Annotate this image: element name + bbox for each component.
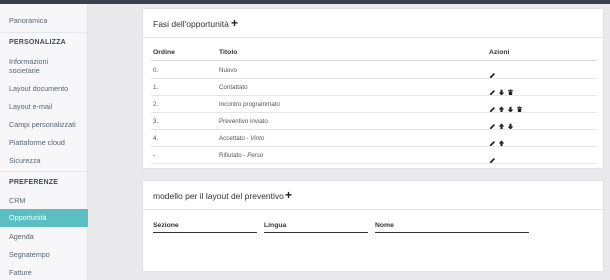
row-title: Contattato bbox=[219, 84, 248, 91]
row-divider bbox=[151, 95, 597, 96]
row-title-suffix: Vinto bbox=[250, 135, 265, 142]
trash-icon[interactable] bbox=[516, 100, 523, 118]
table-header-divider bbox=[151, 60, 597, 61]
row-order: 1. bbox=[153, 84, 159, 91]
pencil-icon[interactable] bbox=[489, 134, 496, 152]
trash-icon[interactable] bbox=[507, 83, 514, 101]
sidebar: Panoramica PERSONALIZZA Informazioni soc… bbox=[0, 4, 88, 280]
sidebar-item-segnatempo[interactable]: Segnatempo bbox=[0, 250, 88, 259]
row-title-text: Contattato bbox=[219, 84, 248, 91]
sidebar-item-sicurezza[interactable]: Sicurezza bbox=[0, 156, 88, 165]
panel-divider bbox=[143, 37, 603, 38]
row-order: 2. bbox=[153, 101, 159, 108]
sidebar-section-preferenze: PREFERENZE bbox=[9, 179, 59, 186]
pencil-icon[interactable] bbox=[489, 100, 496, 118]
row-actions bbox=[489, 66, 496, 84]
row-divider bbox=[151, 78, 597, 79]
add-quote-model-button[interactable]: + bbox=[285, 189, 292, 201]
row-divider bbox=[151, 129, 597, 130]
row-title: Nuovo bbox=[219, 67, 237, 74]
section-underline bbox=[153, 232, 257, 233]
sidebar-item-layout-documento[interactable]: Layout documento bbox=[0, 84, 88, 93]
row-title-text: Nuovo bbox=[219, 67, 237, 74]
name-underline bbox=[375, 232, 529, 233]
row-actions bbox=[489, 100, 523, 118]
row-title: Accettato - Vinto bbox=[219, 135, 264, 142]
col-header-name: Nome bbox=[375, 222, 394, 229]
pencil-icon[interactable] bbox=[489, 83, 496, 101]
row-order: - bbox=[153, 152, 156, 159]
quote-model-title: modello per il layout del preventivo bbox=[153, 191, 284, 201]
language-underline bbox=[264, 232, 368, 233]
phases-panel: Fasi dell'opportunità + Ordine Titolo Az… bbox=[142, 8, 604, 169]
row-divider bbox=[151, 163, 597, 164]
row-divider bbox=[151, 112, 597, 113]
col-header-order: Ordine bbox=[153, 49, 175, 56]
pencil-icon[interactable] bbox=[489, 151, 496, 169]
row-title-text: Incontro programmato bbox=[219, 101, 280, 108]
sidebar-item-agenda[interactable]: Agenda bbox=[0, 232, 88, 241]
sidebar-item-opportunita[interactable]: Opportunità bbox=[0, 209, 88, 227]
pencil-icon[interactable] bbox=[489, 117, 496, 135]
row-actions bbox=[489, 134, 505, 152]
sidebar-item-panoramica[interactable]: Panoramica bbox=[0, 16, 88, 25]
row-actions bbox=[489, 83, 514, 101]
row-title-text: Preventivo inviato bbox=[219, 118, 268, 125]
phases-title: Fasi dell'opportunità bbox=[153, 19, 229, 29]
row-title-suffix: Perso bbox=[247, 152, 264, 159]
sidebar-item-informazioni-societarie[interactable]: Informazioni bbox=[0, 57, 88, 66]
row-actions bbox=[489, 151, 496, 169]
pencil-icon[interactable] bbox=[489, 66, 496, 84]
row-order: 3. bbox=[153, 118, 159, 125]
row-actions bbox=[489, 117, 514, 135]
sidebar-item-layout-email[interactable]: Layout e-mail bbox=[0, 102, 88, 111]
sidebar-item-fatture[interactable]: Fatture bbox=[0, 268, 88, 277]
sidebar-item-crm[interactable]: CRM bbox=[0, 196, 88, 205]
quote-model-panel: modello per il layout del preventivo + S… bbox=[142, 180, 604, 272]
row-order: 4. bbox=[153, 135, 159, 142]
col-header-title: Titolo bbox=[219, 49, 238, 56]
sidebar-item-campi-personalizzati[interactable]: Campi personalizzati bbox=[0, 120, 88, 129]
arrow-up-icon[interactable] bbox=[498, 134, 505, 152]
sidebar-divider bbox=[0, 171, 88, 172]
col-header-section: Sezione bbox=[153, 222, 179, 229]
row-title-text: Accettato - bbox=[219, 135, 251, 142]
add-phase-button[interactable]: + bbox=[231, 17, 238, 29]
row-divider bbox=[151, 146, 597, 147]
col-header-language: Lingua bbox=[264, 222, 287, 229]
arrow-up-icon[interactable] bbox=[498, 100, 505, 118]
row-order: 0. bbox=[153, 67, 159, 74]
arrow-down-icon[interactable] bbox=[507, 100, 514, 118]
row-title-text: Rifiutato - bbox=[219, 152, 248, 159]
sidebar-divider bbox=[0, 32, 88, 33]
arrow-up-icon[interactable] bbox=[498, 117, 505, 135]
sidebar-item-informazioni-societarie-line2[interactable]: societarie bbox=[0, 66, 88, 75]
sidebar-section-personalizza: PERSONALIZZA bbox=[9, 39, 66, 46]
arrow-down-icon[interactable] bbox=[498, 83, 505, 101]
col-header-actions: Azioni bbox=[489, 49, 510, 56]
row-title: Rifiutato - Perso bbox=[219, 152, 263, 159]
row-title: Incontro programmato bbox=[219, 101, 280, 108]
panel-divider bbox=[143, 209, 603, 210]
top-bar bbox=[0, 0, 610, 4]
row-title: Preventivo inviato bbox=[219, 118, 268, 125]
sidebar-item-piattaforme-cloud[interactable]: Piattaforme cloud bbox=[0, 138, 88, 147]
arrow-down-icon[interactable] bbox=[507, 117, 514, 135]
